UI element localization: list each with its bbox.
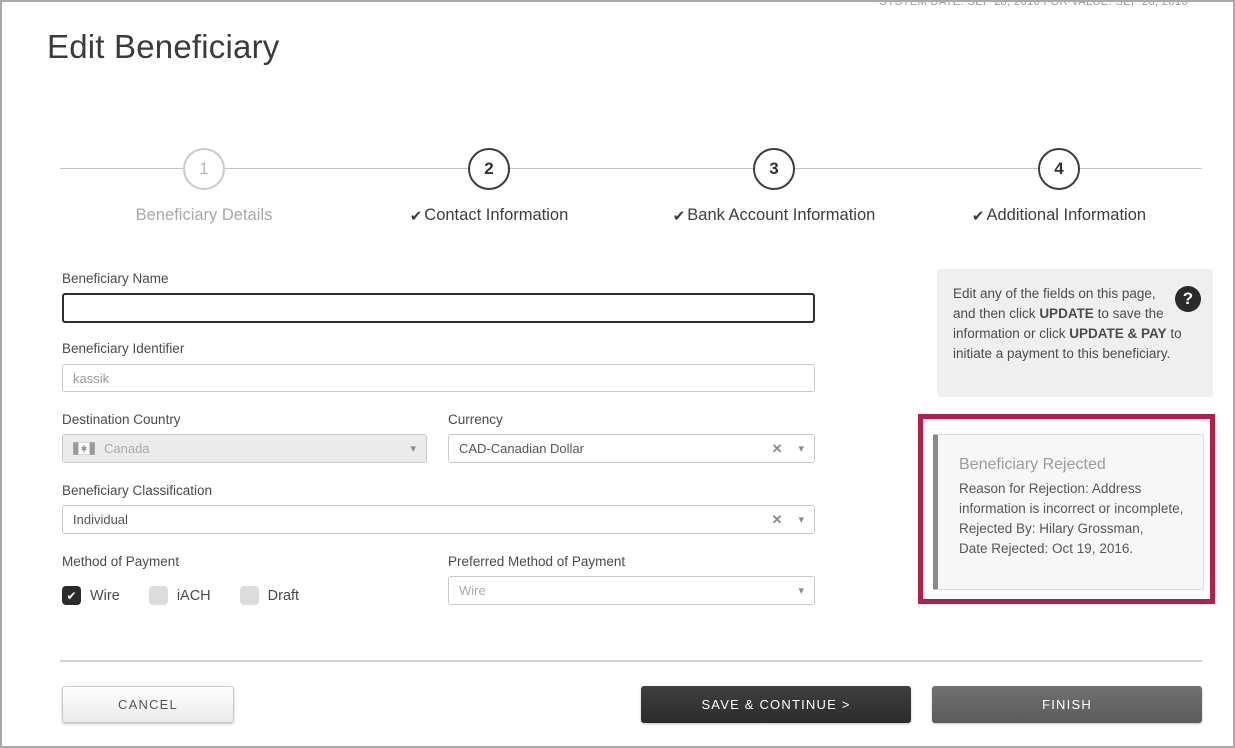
step-label-bank-account-information[interactable]: ✔ Bank Account Information	[673, 206, 876, 225]
preferred-method-of-payment-value: Wire	[459, 583, 798, 598]
step-label-additional-information[interactable]: ✔ Additional Information	[972, 206, 1146, 225]
checkbox-iach[interactable]	[149, 586, 168, 605]
check-icon: ✔	[66, 590, 76, 602]
currency-select[interactable]: CAD-Canadian Dollar ✕ ▾	[448, 434, 815, 463]
stepper-track	[60, 168, 1202, 169]
beneficiary-classification-label: Beneficiary Classification	[62, 483, 212, 498]
step-circle-2[interactable]: 2	[468, 148, 510, 190]
finish-button[interactable]: FINISH	[932, 686, 1202, 723]
destination-country-value: Canada	[104, 441, 410, 456]
checkbox-iach-label: iACH	[177, 588, 211, 604]
chevron-down-icon[interactable]: ▾	[798, 584, 804, 597]
step-circle-3[interactable]: 3	[753, 148, 795, 190]
destination-country-select: Canada ▾	[62, 434, 427, 463]
checkbox-wire[interactable]: ✔	[62, 586, 81, 605]
step-circle-1[interactable]: 1	[183, 148, 225, 190]
step-label-contact-information[interactable]: ✔ Contact Information	[410, 206, 569, 225]
method-of-payment-label: Method of Payment	[62, 554, 179, 569]
edit-beneficiary-page: SYSTEM DATE: SEP 28, 2016 FOR VALUE: SEP…	[0, 0, 1235, 748]
beneficiary-name-input[interactable]	[62, 293, 815, 323]
page-title: Edit Beneficiary	[47, 28, 279, 66]
checkbox-draft[interactable]	[240, 586, 259, 605]
help-text-bold-update: UPDATE	[1039, 306, 1094, 321]
step-label-beneficiary-details[interactable]: Beneficiary Details	[136, 206, 273, 225]
step-label-text: Additional Information	[986, 206, 1146, 225]
beneficiary-rejected-title: Beneficiary Rejected	[959, 456, 1189, 474]
preferred-method-of-payment-label: Preferred Method of Payment	[448, 554, 625, 569]
help-box: ? Edit any of the fields on this page, a…	[937, 269, 1213, 397]
cancel-button[interactable]: CANCEL	[62, 686, 234, 723]
step-label-text: Beneficiary Details	[136, 206, 273, 225]
check-icon: ✔	[972, 207, 985, 225]
step-label-text: Bank Account Information	[687, 206, 875, 225]
check-icon: ✔	[673, 207, 686, 225]
clear-icon[interactable]: ✕	[772, 441, 783, 457]
help-text-bold-update-pay: UPDATE & PAY	[1069, 326, 1166, 341]
method-of-payment-group: ✔ Wire iACH Draft	[62, 586, 328, 605]
destination-country-label: Destination Country	[62, 412, 181, 427]
system-date-text: SYSTEM DATE: SEP 28, 2016 FOR VALUE: SEP…	[879, 0, 1188, 8]
save-and-continue-button[interactable]: SAVE & CONTINUE >	[641, 686, 911, 723]
beneficiary-classification-select[interactable]: Individual ✕ ▾	[62, 505, 815, 534]
beneficiary-rejected-card: Beneficiary Rejected Reason for Rejectio…	[933, 434, 1204, 590]
step-label-text: Contact Information	[424, 206, 568, 225]
check-icon: ✔	[410, 207, 423, 225]
chevron-down-icon[interactable]: ▾	[798, 442, 804, 455]
preferred-method-of-payment-select[interactable]: Wire ▾	[448, 576, 815, 605]
beneficiary-identifier-label: Beneficiary Identifier	[62, 341, 184, 356]
beneficiary-name-label: Beneficiary Name	[62, 271, 169, 286]
canada-flag-icon	[73, 442, 95, 455]
beneficiary-identifier-input[interactable]	[62, 364, 815, 392]
clear-icon[interactable]: ✕	[772, 512, 783, 528]
beneficiary-rejected-body: Reason for Rejection: Address informatio…	[959, 479, 1189, 559]
checkbox-wire-label: Wire	[90, 588, 120, 604]
currency-value: CAD-Canadian Dollar	[459, 441, 772, 456]
step-circle-4[interactable]: 4	[1038, 148, 1080, 190]
currency-label: Currency	[448, 412, 503, 427]
beneficiary-classification-value: Individual	[73, 512, 772, 527]
chevron-down-icon[interactable]: ▾	[798, 513, 804, 526]
checkbox-draft-label: Draft	[268, 588, 299, 604]
help-question-icon[interactable]: ?	[1175, 286, 1201, 312]
chevron-down-icon: ▾	[410, 442, 416, 455]
footer-divider	[60, 660, 1202, 662]
